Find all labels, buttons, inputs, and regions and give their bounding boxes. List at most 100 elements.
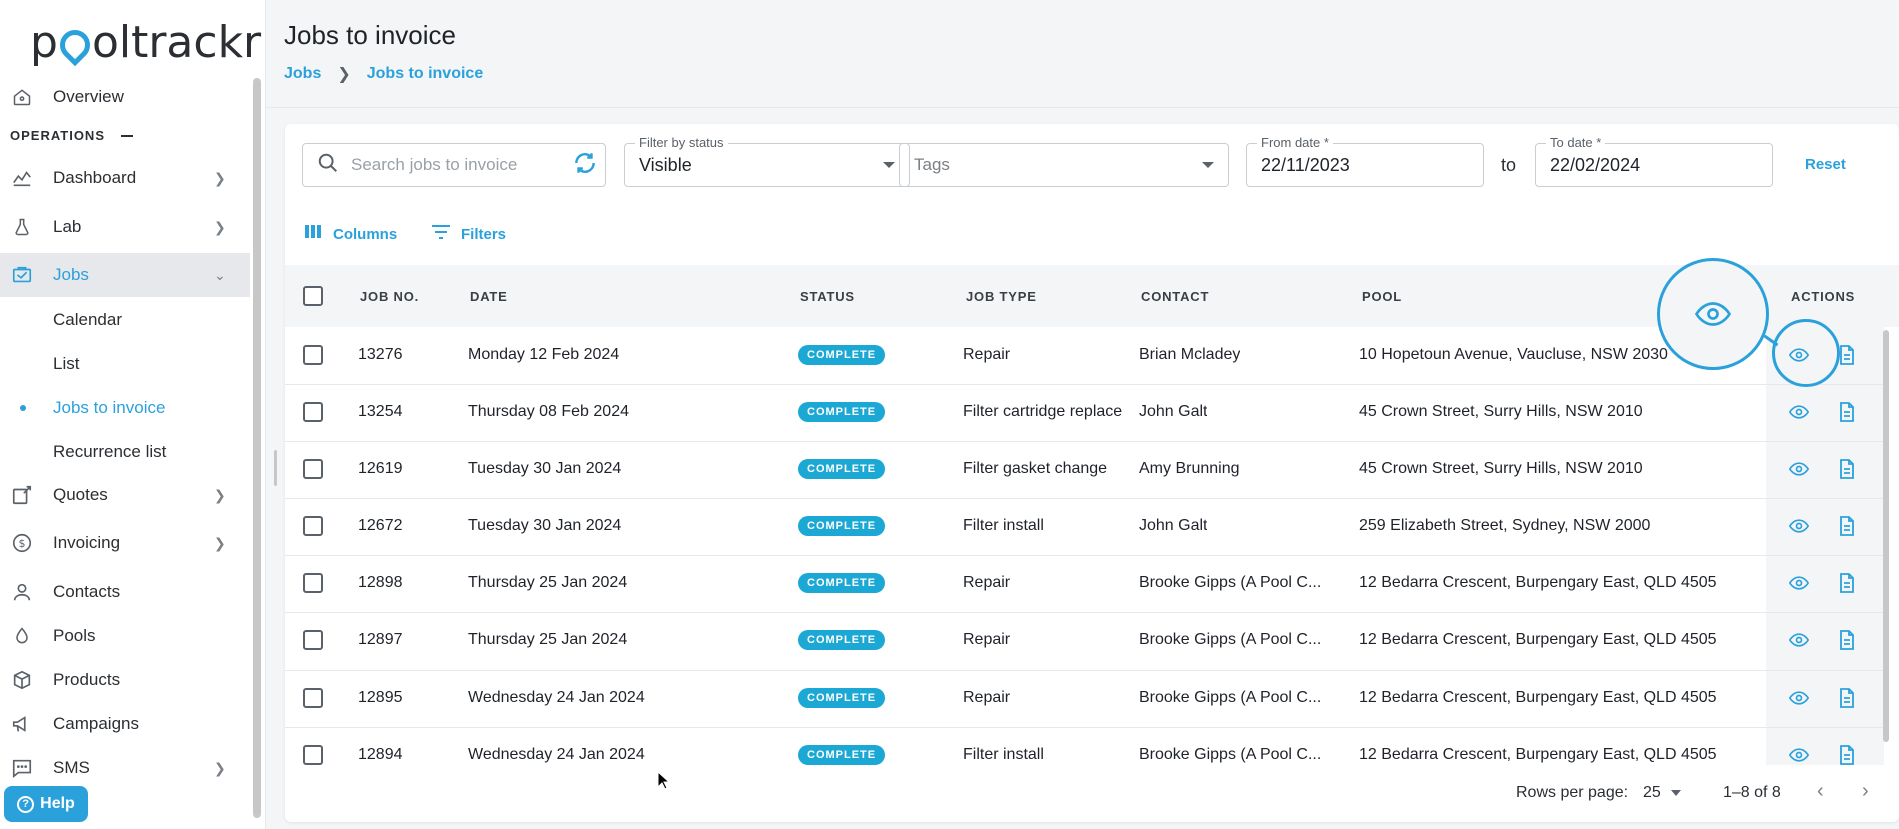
view-eye-icon[interactable] (1787, 628, 1811, 652)
col-job-type[interactable]: JOB TYPE (966, 289, 1037, 304)
search-field[interactable] (302, 143, 606, 187)
cell-job-no[interactable]: 12897 (358, 631, 403, 649)
invoice-doc-icon[interactable] (1835, 743, 1859, 767)
cell-job-no[interactable]: 13254 (358, 403, 403, 421)
nav-jobs[interactable]: Jobs ⌄ (0, 253, 250, 297)
view-eye-icon[interactable] (1787, 743, 1811, 767)
cell-pool[interactable]: 12 Bedarra Crescent, Burpengary East, QL… (1359, 574, 1717, 592)
home-icon (11, 86, 33, 108)
cell-job-no[interactable]: 12619 (358, 460, 403, 478)
nav-overview[interactable]: Overview (0, 75, 250, 119)
row-checkbox[interactable] (303, 745, 323, 765)
invoice-doc-icon[interactable] (1835, 514, 1859, 538)
help-button[interactable]: ? Help (4, 786, 88, 822)
row-checkbox[interactable] (303, 630, 323, 650)
view-eye-icon[interactable] (1787, 686, 1811, 710)
from-date-field[interactable]: From date * 22/11/2023 (1246, 135, 1484, 187)
nav-contacts[interactable]: Contacts (0, 570, 250, 614)
box-icon (11, 669, 33, 691)
brand-logo[interactable]: p oltrackr (30, 14, 261, 70)
cell-pool[interactable]: 45 Crown Street, Surry Hills, NSW 2010 (1359, 460, 1643, 478)
invoice-doc-icon[interactable] (1835, 571, 1859, 595)
cell-pool[interactable]: 45 Crown Street, Surry Hills, NSW 2010 (1359, 403, 1643, 421)
cell-pool[interactable]: 12 Bedarra Crescent, Burpengary East, QL… (1359, 746, 1717, 764)
invoice-doc-icon[interactable] (1835, 686, 1859, 710)
status-badge: COMPLETE (798, 745, 886, 765)
nav-jobs-label: Jobs (53, 265, 89, 284)
cell-pool[interactable]: 12 Bedarra Crescent, Burpengary East, QL… (1359, 631, 1717, 649)
sidebar-scrollbar[interactable] (253, 78, 261, 818)
cell-job-no[interactable]: 12672 (358, 517, 403, 535)
nav-sms[interactable]: SMS ❯ (0, 746, 250, 790)
invoice-doc-icon[interactable] (1835, 628, 1859, 652)
view-eye-icon[interactable] (1787, 400, 1811, 424)
nav-jobs-list[interactable]: List (53, 354, 79, 374)
refresh-icon[interactable] (572, 150, 598, 181)
nav-quotes[interactable]: Quotes ❯ (0, 473, 250, 517)
cell-contact[interactable]: Amy Brunning (1139, 460, 1240, 478)
nav-campaigns[interactable]: Campaigns (0, 702, 250, 746)
rows-per-page-select[interactable]: 25 (1643, 784, 1681, 802)
cell-job-no[interactable]: 12898 (358, 574, 403, 592)
search-input[interactable] (351, 155, 572, 175)
breadcrumb-jobs[interactable]: Jobs (284, 65, 321, 83)
chevron-right-icon: ❯ (337, 66, 351, 83)
col-status[interactable]: STATUS (800, 289, 855, 304)
cell-contact[interactable]: John Galt (1139, 517, 1207, 535)
nav-pools[interactable]: Pools (0, 614, 250, 658)
nav-lab[interactable]: Lab ❯ (0, 205, 250, 249)
cell-contact[interactable]: Brooke Gipps (A Pool C... (1139, 574, 1321, 592)
nav-jobs-to-invoice[interactable]: Jobs to invoice (53, 398, 165, 418)
nav-recurrence-list[interactable]: Recurrence list (53, 442, 166, 462)
col-date[interactable]: DATE (470, 289, 508, 304)
cell-contact[interactable]: Brian Mcladey (1139, 346, 1240, 364)
reset-button[interactable]: Reset (1805, 156, 1846, 173)
cell-pool[interactable]: 259 Elizabeth Street, Sydney, NSW 2000 (1359, 517, 1650, 535)
status-filter-select[interactable]: Filter by status Visible (624, 135, 910, 187)
to-date-field[interactable]: To date * 22/02/2024 (1535, 135, 1773, 187)
invoice-doc-icon[interactable] (1835, 457, 1859, 481)
view-eye-icon[interactable] (1787, 571, 1811, 595)
col-contact[interactable]: CONTACT (1141, 289, 1209, 304)
cell-pool[interactable]: 10 Hopetoun Avenue, Vaucluse, NSW 2030 (1359, 346, 1668, 364)
select-all-checkbox[interactable] (303, 286, 323, 306)
message-icon (11, 757, 33, 779)
columns-button[interactable]: Columns (305, 224, 397, 244)
tags-select[interactable]: Tags (899, 143, 1229, 187)
cell-job-no[interactable]: 13276 (358, 346, 403, 364)
status-badge: COMPLETE (798, 459, 886, 479)
filters-button[interactable]: Filters (431, 224, 506, 244)
cell-date: Wednesday 24 Jan 2024 (468, 689, 645, 706)
col-job-no[interactable]: JOB NO. (360, 289, 419, 304)
cell-job-no[interactable]: 12894 (358, 746, 403, 764)
zoom-ring (1772, 319, 1840, 387)
next-page-icon[interactable]: › (1862, 780, 1882, 803)
row-checkbox[interactable] (303, 459, 323, 479)
table-scrollbar[interactable] (1883, 330, 1889, 742)
cell-contact[interactable]: Brooke Gipps (A Pool C... (1139, 631, 1321, 649)
cell-contact[interactable]: Brooke Gipps (A Pool C... (1139, 689, 1321, 707)
nav-products[interactable]: Products (0, 658, 250, 702)
section-operations[interactable]: OPERATIONS (10, 128, 133, 143)
cell-contact[interactable]: John Galt (1139, 403, 1207, 421)
row-checkbox[interactable] (303, 573, 323, 593)
cell-contact[interactable]: Brooke Gipps (A Pool C... (1139, 746, 1321, 764)
cell-date: Tuesday 30 Jan 2024 (468, 460, 622, 477)
cell-job-no[interactable]: 12895 (358, 689, 403, 707)
row-checkbox[interactable] (303, 516, 323, 536)
chevron-right-icon: ❯ (214, 534, 226, 551)
view-eye-icon[interactable] (1787, 514, 1811, 538)
sidebar-resize-handle[interactable] (274, 450, 277, 486)
invoice-doc-icon[interactable] (1835, 400, 1859, 424)
view-eye-icon[interactable] (1787, 457, 1811, 481)
nav-invoicing[interactable]: $ Invoicing ❯ (0, 521, 250, 565)
col-pool[interactable]: POOL (1362, 289, 1402, 304)
row-checkbox[interactable] (303, 402, 323, 422)
prev-page-icon[interactable]: ‹ (1817, 780, 1837, 803)
nav-campaigns-label: Campaigns (53, 714, 139, 733)
nav-jobs-calendar[interactable]: Calendar (53, 310, 122, 330)
row-checkbox[interactable] (303, 345, 323, 365)
row-checkbox[interactable] (303, 688, 323, 708)
nav-dashboard[interactable]: Dashboard ❯ (0, 156, 250, 200)
cell-pool[interactable]: 12 Bedarra Crescent, Burpengary East, QL… (1359, 689, 1717, 707)
